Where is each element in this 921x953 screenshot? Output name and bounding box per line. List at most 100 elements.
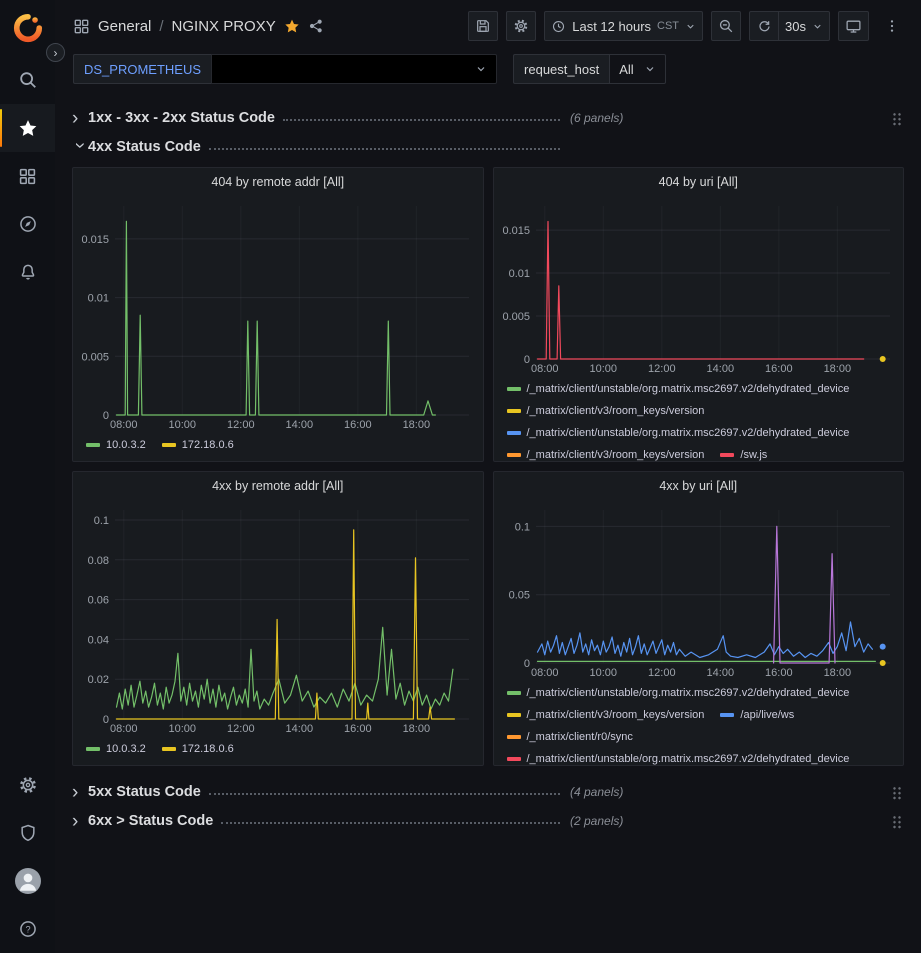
- dashboard-row-6xx[interactable]: › 6xx > Status Code (2 panels): [72, 808, 904, 834]
- legend-swatch: [720, 713, 734, 717]
- chevron-down-icon: [475, 63, 487, 75]
- legend-item[interactable]: 172.18.0.6: [162, 435, 234, 455]
- sidebar-item-profile[interactable]: [0, 857, 55, 905]
- chart-4xx-by-remote-addr[interactable]: 08:0010:0012:0014:0016:0018:0000.020.040…: [73, 500, 483, 737]
- legend-item[interactable]: /_matrix/client/unstable/org.matrix.msc2…: [507, 683, 850, 703]
- legend-item[interactable]: /_matrix/client/v3/room_keys/version: [507, 401, 705, 421]
- legend-item[interactable]: /_matrix/client/v3/room_keys/version: [507, 705, 705, 725]
- breadcrumb-dashboard-title[interactable]: NGINX PROXY: [172, 18, 276, 35]
- svg-text:0.1: 0.1: [514, 521, 529, 533]
- sidebar-item-starred[interactable]: [0, 104, 55, 152]
- more-options-button[interactable]: [877, 11, 907, 41]
- dashboards-grid-icon: [18, 167, 37, 186]
- dashboard-scroll-area: › 1xx - 3xx - 2xx Status Code (6 panels)…: [55, 94, 921, 953]
- svg-text:16:00: 16:00: [765, 667, 793, 679]
- sidebar-item-configuration[interactable]: [0, 761, 55, 809]
- folder-grid-icon: [73, 18, 90, 35]
- variable-value-request-host[interactable]: All: [609, 54, 665, 84]
- legend-label: /_matrix/client/unstable/org.matrix.msc2…: [527, 423, 850, 443]
- dashboard-row-1xx-3xx-2xx[interactable]: › 1xx - 3xx - 2xx Status Code (6 panels): [72, 105, 904, 131]
- zoom-out-button[interactable]: [711, 11, 741, 41]
- tv-mode-button[interactable]: [838, 11, 869, 41]
- sidebar-item-server-admin[interactable]: [0, 809, 55, 857]
- chart-404-by-uri[interactable]: 08:0010:0012:0014:0016:0018:0000.0050.01…: [494, 196, 904, 377]
- legend-swatch: [507, 431, 521, 435]
- chart-4xx-by-uri[interactable]: 08:0010:0012:0014:0016:0018:0000.050.1: [494, 500, 904, 681]
- legend-item[interactable]: /_matrix/client/v3/room_keys/version: [507, 445, 705, 461]
- chevron-down-icon: ›: [71, 142, 90, 158]
- compass-icon: [18, 214, 38, 234]
- legend-item[interactable]: /_matrix/client/unstable/org.matrix.msc2…: [507, 749, 850, 765]
- grafana-app: ? › General / NGINX PROXY: [0, 0, 921, 953]
- time-range-picker[interactable]: Last 12 hours CST: [544, 11, 703, 41]
- refresh-interval-label: 30s: [785, 19, 806, 34]
- legend-swatch: [507, 691, 521, 695]
- svg-text:0: 0: [103, 714, 109, 726]
- svg-text:08:00: 08:00: [531, 363, 559, 375]
- svg-text:0.015: 0.015: [502, 225, 530, 237]
- svg-text:0.015: 0.015: [81, 234, 109, 246]
- row-title: 4xx Status Code: [88, 139, 201, 155]
- legend-item[interactable]: /_matrix/client/r0/sync: [507, 727, 633, 747]
- dashboard-settings-button[interactable]: [506, 11, 536, 41]
- dotted-leader: [283, 119, 560, 121]
- dotted-leader: [209, 148, 560, 150]
- legend-item[interactable]: 10.0.3.2: [86, 435, 146, 455]
- legend-item[interactable]: 10.0.3.2: [86, 739, 146, 759]
- share-icon[interactable]: [308, 18, 324, 34]
- legend-item[interactable]: 172.18.0.6: [162, 739, 234, 759]
- svg-text:0.08: 0.08: [88, 555, 109, 567]
- row-drag-handle[interactable]: [892, 814, 902, 829]
- svg-text:0.02: 0.02: [88, 674, 109, 686]
- svg-text:0: 0: [523, 354, 529, 366]
- svg-text:14:00: 14:00: [706, 667, 734, 679]
- sidebar-expand-button[interactable]: ›: [46, 43, 65, 62]
- legend-item[interactable]: /_matrix/client/unstable/org.matrix.msc2…: [507, 423, 850, 443]
- legend-label: /_matrix/client/unstable/org.matrix.msc2…: [527, 749, 850, 765]
- legend-item[interactable]: /api/live/ws: [720, 705, 794, 725]
- panel-title[interactable]: 404 by remote addr [All]: [73, 168, 483, 196]
- dashboard-row-4xx[interactable]: › 4xx Status Code: [72, 134, 904, 160]
- chevron-down-icon: [644, 63, 656, 75]
- panel-404-by-uri: 404 by uri [All] 08:0010:0012:0014:0016:…: [493, 167, 905, 462]
- row-drag-handle[interactable]: [892, 111, 902, 126]
- breadcrumb-folder[interactable]: General: [98, 18, 151, 35]
- sidebar-item-alerting[interactable]: [0, 248, 55, 296]
- panel-title[interactable]: 4xx by uri [All]: [494, 472, 904, 500]
- variable-value-ds-prometheus[interactable]: [211, 54, 497, 84]
- legend-label: /_matrix/client/v3/room_keys/version: [527, 705, 705, 725]
- sidebar-item-help[interactable]: ?: [0, 905, 55, 953]
- sidebar-item-explore[interactable]: [0, 200, 55, 248]
- sidebar: ?: [0, 0, 55, 953]
- favorite-star-icon[interactable]: [284, 18, 300, 34]
- row-title: 6xx > Status Code: [88, 813, 213, 829]
- bell-icon: [18, 262, 38, 282]
- legend-swatch: [507, 409, 521, 413]
- refresh-interval-dropdown[interactable]: 30s: [779, 11, 830, 41]
- legend-item[interactable]: /_matrix/client/unstable/org.matrix.msc2…: [507, 379, 850, 399]
- panel-grid: 404 by remote addr [All] 08:0010:0012:00…: [72, 167, 904, 766]
- sidebar-item-search[interactable]: [0, 56, 55, 104]
- legend-item[interactable]: /sw.js: [720, 445, 767, 461]
- breadcrumb-separator: /: [159, 18, 163, 35]
- panel-title[interactable]: 404 by uri [All]: [494, 168, 904, 196]
- row-panel-count: (4 panels): [570, 785, 623, 799]
- row-drag-handle[interactable]: [892, 785, 902, 800]
- chart-404-by-remote-addr[interactable]: 08:0010:0012:0014:0016:0018:0000.0050.01…: [73, 196, 483, 433]
- svg-text:10:00: 10:00: [589, 667, 617, 679]
- breadcrumb: General / NGINX PROXY: [98, 18, 276, 35]
- legend-label: /_matrix/client/unstable/org.matrix.msc2…: [527, 683, 850, 703]
- svg-text:0.1: 0.1: [94, 515, 109, 527]
- dashboard-row-5xx[interactable]: › 5xx Status Code (4 panels): [72, 779, 904, 805]
- zoom-out-icon: [718, 18, 734, 34]
- panel-title[interactable]: 4xx by remote addr [All]: [73, 472, 483, 500]
- search-icon: [18, 70, 38, 90]
- kebab-menu-icon: [884, 18, 900, 34]
- panel-404-by-remote-addr: 404 by remote addr [All] 08:0010:0012:00…: [72, 167, 484, 462]
- refresh-button[interactable]: [749, 11, 779, 41]
- panel-4xx-by-uri: 4xx by uri [All] 08:0010:0012:0014:0016:…: [493, 471, 905, 766]
- save-dashboard-button[interactable]: [468, 11, 498, 41]
- legend: 10.0.3.2 172.18.0.6: [73, 737, 483, 765]
- sidebar-item-dashboards[interactable]: [0, 152, 55, 200]
- variable-label-request-host: request_host: [513, 54, 609, 84]
